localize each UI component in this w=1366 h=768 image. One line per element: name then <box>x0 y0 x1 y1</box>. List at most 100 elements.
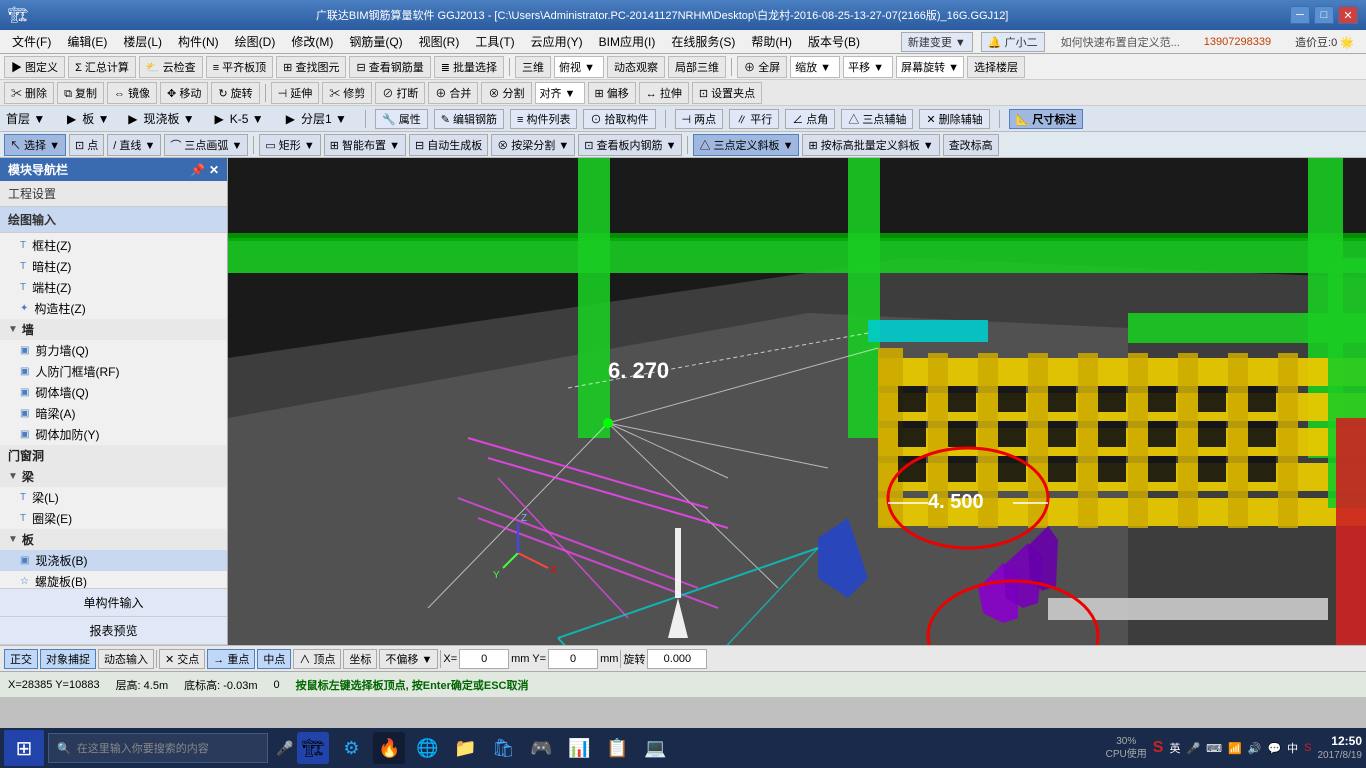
three-point-slope-tool[interactable]: △ 三点定义斜板 ▼ <box>693 134 799 156</box>
element-type-select[interactable]: 板 ▼ <box>82 110 122 127</box>
taskbar-app-games[interactable]: 🎮 <box>525 732 557 764</box>
taskbar-app-app1[interactable]: 📊 <box>563 732 595 764</box>
edit-rebar-button[interactable]: ✎ 编辑钢筋 <box>434 109 504 129</box>
sidebar-item-masonry-wall[interactable]: ▣砌体墙(Q) <box>0 382 227 403</box>
sidebar-category-beam[interactable]: ▼ 梁 <box>0 466 227 487</box>
align-top-button[interactable]: ≡ 平齐板顶 <box>206 56 273 78</box>
screen-rotate-dropdown[interactable]: 屏幕旋转 ▼ <box>896 56 964 78</box>
find-element-button[interactable]: ⊞ 查找图元 <box>276 56 346 78</box>
element-list-button[interactable]: ≡ 构件列表 <box>510 109 577 129</box>
auto-gen-slab-tool[interactable]: ⊟ 自动生成板 <box>409 134 488 156</box>
sidebar-close-button[interactable]: ✕ <box>209 163 219 177</box>
select-tool[interactable]: ↖ 选择 ▼ <box>4 134 66 156</box>
menu-tools[interactable]: 工具(T) <box>467 31 522 52</box>
taskbar-search[interactable]: 🔍 在这里输入你要搜索的内容 <box>48 733 268 763</box>
align-dropdown[interactable]: 对齐 ▼ <box>535 82 585 104</box>
network-tray[interactable]: 📶 <box>1228 742 1242 755</box>
layer-select[interactable]: 分层1 ▼ <box>301 110 356 127</box>
taskbar-app-1[interactable]: 🏗 <box>297 732 329 764</box>
sidebar-category-doorwindow[interactable]: 门窗洞 <box>0 445 227 466</box>
define-button[interactable]: ▶ 图定义 <box>4 56 65 78</box>
menu-bim[interactable]: BIM应用(I) <box>591 31 664 52</box>
parallel-button[interactable]: ∥ 平行 <box>729 109 779 129</box>
menu-rebar[interactable]: 钢筋量(Q) <box>341 31 410 52</box>
microphone-icon[interactable]: 🎤 <box>276 740 293 757</box>
elev-batch-slope-tool[interactable]: ⊞ 按标高批量定义斜板 ▼ <box>802 134 939 156</box>
minimize-button[interactable]: ─ <box>1290 6 1310 24</box>
merge-button[interactable]: ⊕ 合并 <box>428 82 478 104</box>
section-project-settings[interactable]: 工程设置 <box>0 181 227 207</box>
menu-view[interactable]: 视图(R) <box>411 31 468 52</box>
sidebar-item-cast-slab[interactable]: ▣现浇板(B) <box>0 550 227 571</box>
top-view-dropdown[interactable]: 俯视 ▼ <box>554 56 604 78</box>
sidebar-pin-button[interactable]: 📌 <box>190 163 205 177</box>
pick-element-button[interactable]: ⊙ 拾取构件 <box>583 109 655 129</box>
copy-button[interactable]: ⧉ 复制 <box>57 82 104 104</box>
point-tool[interactable]: ⊡ 点 <box>69 134 104 156</box>
property-button[interactable]: 🔧 属性 <box>375 109 428 129</box>
sidebar-category-wall[interactable]: ▼ 墙 <box>0 319 227 340</box>
grip-point-button[interactable]: ⊡ 设置夹点 <box>692 82 762 104</box>
pan-dropdown[interactable]: 平移 ▼ <box>843 56 893 78</box>
taskbar-app-store[interactable]: 🛍 <box>487 732 519 764</box>
rotate-button[interactable]: ↻ 旋转 <box>211 82 259 104</box>
batch-select-button[interactable]: ≣ 批量选择 <box>434 56 504 78</box>
view-change-elev-tool[interactable]: 查改标高 <box>943 134 999 156</box>
sidebar-item-spiral-slab[interactable]: ☆螺旋板(B) <box>0 571 227 588</box>
menu-modify[interactable]: 修改(M) <box>283 31 341 52</box>
single-element-input-button[interactable]: 单构件输入 <box>0 589 227 617</box>
volume-tray[interactable]: 🔊 <box>1248 742 1262 755</box>
concrete-type-select[interactable]: 现浇板 ▼ <box>143 110 208 127</box>
menu-file[interactable]: 文件(F) <box>4 31 59 52</box>
message-tray[interactable]: 💬 <box>1267 742 1281 755</box>
menu-element[interactable]: 构件(N) <box>170 31 227 52</box>
offset-button[interactable]: ⊞ 偏移 <box>588 82 636 104</box>
floor-select[interactable]: 首层 ▼ <box>6 110 61 127</box>
y-input[interactable] <box>548 649 598 669</box>
sidebar-item-frame-col[interactable]: T框柱(Z) <box>0 235 227 256</box>
stretch-button[interactable]: ↔ 拉伸 <box>639 82 689 104</box>
delete-button[interactable]: ✂ 删除 <box>4 82 54 104</box>
keyboard-tray[interactable]: ⌨ <box>1206 742 1222 755</box>
rotate-input[interactable] <box>647 649 707 669</box>
calc-button[interactable]: Σ 汇总计算 <box>68 56 136 78</box>
sidebar-category-slab[interactable]: ▼ 板 <box>0 529 227 550</box>
sidebar-item-end-col[interactable]: T端柱(Z) <box>0 277 227 298</box>
split-by-beam-tool[interactable]: ⊗ 按梁分割 ▼ <box>491 134 575 156</box>
sidebar-item-hidden-col[interactable]: T暗柱(Z) <box>0 256 227 277</box>
vertex-snap[interactable]: ∧ 顶点 <box>293 649 341 669</box>
arc-tool[interactable]: ⌒ 三点画弧 ▼ <box>164 134 248 156</box>
sidebar-item-masonry-addon[interactable]: ▣砌体加防(Y) <box>0 424 227 445</box>
delete-aux-button[interactable]: ✕ 删除辅轴 <box>919 109 989 129</box>
taskbar-app-folder[interactable]: 📁 <box>449 732 481 764</box>
sidebar-item-ring-beam[interactable]: T圈梁(E) <box>0 508 227 529</box>
split-button[interactable]: ⊗ 分割 <box>481 82 531 104</box>
two-point-button[interactable]: ⊣ 两点 <box>675 109 724 129</box>
cloud-check-button[interactable]: ⛅ 云检查 <box>139 56 203 78</box>
dim-label-button[interactable]: 📐 尺寸标注 <box>1009 109 1084 129</box>
sidebar-item-shear-wall[interactable]: ▣剪力墙(Q) <box>0 340 227 361</box>
select-floor-button[interactable]: 选择楼层 <box>967 56 1025 78</box>
zoom-dropdown[interactable]: 缩放 ▼ <box>790 56 840 78</box>
taskbar-app-app2[interactable]: 📋 <box>601 732 633 764</box>
view-rebar-button[interactable]: ⊟ 查看钢筋量 <box>349 56 430 78</box>
smart-layout-tool[interactable]: ⊞ 智能布置 ▼ <box>324 134 406 156</box>
extend-button[interactable]: ⊣ 延伸 <box>271 82 320 104</box>
taskbar-app-edge[interactable]: 🌐 <box>411 732 443 764</box>
menu-help[interactable]: 帮助(H) <box>743 31 800 52</box>
report-preview-button[interactable]: 报表预览 <box>0 617 227 645</box>
new-change-btn[interactable]: 新建变更 ▼ <box>901 32 973 52</box>
local-3d-button[interactable]: 局部三维 <box>668 56 726 78</box>
close-button[interactable]: ✕ <box>1338 6 1358 24</box>
view-slab-rebar-tool[interactable]: ⊡ 查看板内钢筋 ▼ <box>578 134 682 156</box>
intersection-snap[interactable]: ✕ 交点 <box>159 649 205 669</box>
dynamic-observe-button[interactable]: 动态观察 <box>607 56 665 78</box>
midpoint-snap[interactable]: → 重点 <box>207 649 255 669</box>
menu-version[interactable]: 版本号(B) <box>800 31 868 52</box>
sidebar-item-beam[interactable]: T梁(L) <box>0 487 227 508</box>
taskbar-app-2[interactable]: ⚙ <box>335 732 367 764</box>
object-snap-button[interactable]: 对象捕捉 <box>40 649 96 669</box>
section-draw-input[interactable]: 绘图输入 <box>0 207 227 233</box>
coord-snap[interactable]: 坐标 <box>343 649 377 669</box>
viewport[interactable]: X Y Z 6. 270 4. 500 4. 500 <box>228 158 1366 645</box>
